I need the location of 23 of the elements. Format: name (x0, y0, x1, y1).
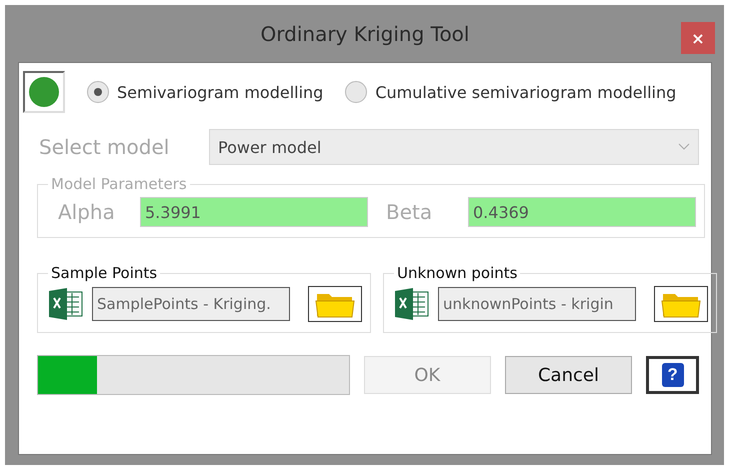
select-label: Select model (39, 135, 170, 159)
help-button[interactable]: ? (646, 356, 699, 394)
close-button[interactable]: × (681, 22, 715, 54)
file-path-field[interactable]: SamplePoints - Kriging. (92, 287, 290, 321)
parameter-label: Alpha (58, 200, 116, 224)
radio-button[interactable] (87, 81, 109, 103)
chevron-icon (678, 143, 690, 151)
parameter-label: Beta (386, 200, 434, 224)
radio-label: Semivariogram modelling (117, 82, 324, 102)
group-title: Sample Points (50, 264, 158, 282)
file-path-field[interactable]: unknownPoints - krigin (438, 287, 636, 321)
group-title: Unknown points (396, 264, 518, 282)
group-title: Model Parameters (50, 175, 188, 193)
browse-button[interactable] (308, 286, 362, 322)
spreadsheet-icon (48, 287, 84, 321)
window-title: Ordinary Kriging Tool (260, 22, 470, 46)
radio-button[interactable] (345, 81, 368, 103)
parameter-field[interactable]: 5.3991 (140, 197, 368, 227)
browse-button[interactable] (654, 286, 708, 322)
parameter-field[interactable]: 0.4369 (468, 197, 696, 227)
spreadsheet-icon (394, 287, 430, 321)
cancel-button[interactable]: Cancel (504, 356, 632, 394)
radio-label: Cumulative semivariogram modelling (375, 82, 676, 102)
